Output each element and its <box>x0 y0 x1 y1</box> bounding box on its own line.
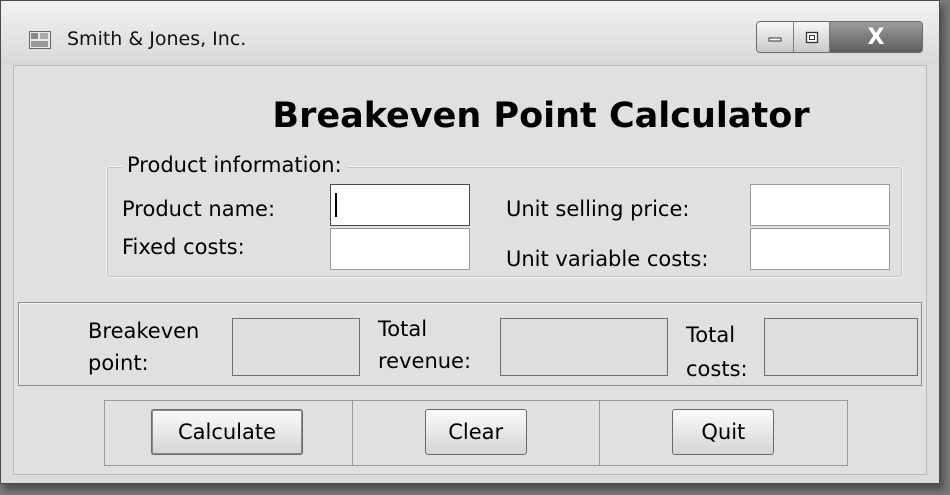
window-title: Smith & Jones, Inc. <box>67 28 247 50</box>
total-revenue-output <box>500 318 668 376</box>
app-window: Smith & Jones, Inc. X Breakeven Point Ca… <box>0 0 940 484</box>
title-bar[interactable]: Smith & Jones, Inc. X <box>1 1 939 65</box>
unit-selling-price-field[interactable] <box>751 185 889 225</box>
form-client-area: Breakeven Point Calculator Product infor… <box>13 65 927 475</box>
quit-button[interactable]: Quit <box>672 409 775 455</box>
costs-label-line2: costs: <box>686 357 748 381</box>
form-heading: Breakeven Point Calculator <box>272 96 810 136</box>
unit-variable-costs-label: Unit variable costs: <box>506 247 709 271</box>
unit-selling-price-input[interactable] <box>750 184 890 226</box>
text-caret <box>335 193 337 217</box>
fixed-costs-input[interactable] <box>330 228 470 270</box>
unit-variable-costs-field[interactable] <box>751 229 889 269</box>
revenue-label-line2: revenue: <box>378 349 472 373</box>
revenue-label-line1: Total <box>378 317 428 341</box>
unit-selling-price-label: Unit selling price: <box>506 197 690 221</box>
clear-button[interactable]: Clear <box>424 409 527 455</box>
product-information-legend: Product information: <box>122 153 347 177</box>
fixed-costs-field[interactable] <box>331 229 469 269</box>
app-icon <box>29 31 51 49</box>
unit-variable-costs-input[interactable] <box>750 228 890 270</box>
product-name-input[interactable] <box>330 184 470 226</box>
breakeven-label-line1: Breakeven <box>88 319 200 343</box>
product-name-label: Product name: <box>122 197 276 221</box>
window-controls: X <box>756 21 923 53</box>
minimize-button[interactable] <box>757 22 794 52</box>
costs-label-line1: Total <box>686 323 736 347</box>
product-name-field[interactable] <box>331 185 469 225</box>
fixed-costs-label: Fixed costs: <box>122 235 245 259</box>
button-cell-quit: Quit <box>600 401 847 465</box>
breakeven-label-line2: point: <box>88 351 149 375</box>
maximize-button[interactable] <box>794 22 830 52</box>
button-panel: Calculate Clear Quit <box>104 400 848 466</box>
button-cell-calculate: Calculate <box>105 401 353 465</box>
minimize-icon <box>768 37 782 42</box>
calculate-button[interactable]: Calculate <box>151 409 303 455</box>
close-button[interactable]: X <box>830 22 922 52</box>
button-cell-clear: Clear <box>353 401 601 465</box>
close-icon: X <box>867 24 885 50</box>
total-costs-output <box>764 318 918 376</box>
maximize-icon <box>805 31 818 43</box>
breakeven-point-output <box>232 318 360 376</box>
